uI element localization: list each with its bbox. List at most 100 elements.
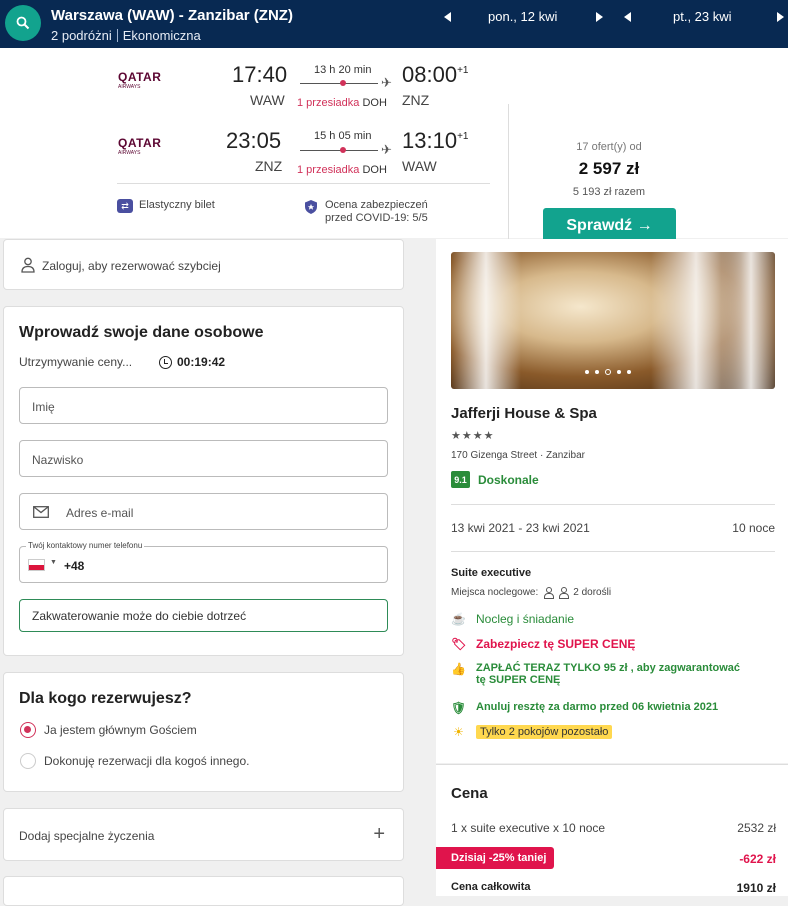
inbound-arr-airport: WAW (402, 158, 437, 174)
inbound-stops: 1 przesiadka DOH (297, 164, 387, 176)
outbound-duration: 13 h 20 min (314, 64, 372, 76)
perk-pay-now: 👍 ZAPŁAĆ TERAZ TYLKO 95 zł , aby zagwaran… (451, 662, 741, 686)
route-title[interactable]: Warszawa (WAW) - Zanzibar (ZNZ) (51, 7, 293, 24)
last-name-field[interactable]: Nazwisko (19, 440, 388, 477)
outbound-stop-dot (340, 80, 346, 86)
return-date[interactable]: pt., 23 kwi (673, 9, 732, 24)
price-title: Cena (451, 785, 488, 802)
outbound-dep-airport: WAW (250, 92, 285, 108)
outbound-leg-line (300, 83, 378, 84)
login-card[interactable]: Zaloguj, aby rezerwować szybciej (3, 239, 404, 290)
poland-flag-icon[interactable] (28, 559, 45, 571)
hotel-photo[interactable] (451, 252, 775, 389)
hotel-stars: ★★★★ (451, 430, 495, 442)
perk-breakfast: ☕ Nocleg i śniadanie (451, 612, 575, 626)
person-icon (558, 587, 570, 599)
covid-rating: Ocena zabezpieczeń przed COVID-19: 5/5 (303, 199, 428, 224)
hotel-panel: Jafferji House & Spa ★★★★ 170 Gizenga St… (436, 239, 788, 763)
coffee-cup-icon: ☕ (451, 612, 466, 626)
booking-for-title: Dla kogo rezerwujesz? (19, 690, 192, 707)
radio-someone-else-label[interactable]: Dokonuję rezerwacji dla kogoś innego. (44, 754, 249, 768)
discount-badge: Dzisiaj -25% taniej (436, 847, 555, 869)
inbound-stop-dot (340, 147, 346, 153)
perk-secure-price: 🏷 Zabezpiecz tę SUPER CENĘ (451, 637, 636, 651)
discount-value: -622 zł (739, 852, 776, 866)
first-name-field[interactable]: Imię (19, 387, 388, 424)
envelope-icon (33, 506, 49, 518)
divider (451, 551, 775, 552)
stay-nights: 10 noce (732, 521, 775, 535)
phone-label: Twój kontaktowy numer telefonu (26, 541, 145, 550)
price-line: 1 x suite executive x 10 noce 2532 zł (451, 821, 776, 835)
phone-prefix: +48 (64, 559, 85, 573)
special-requests-label: Dodaj specjalne życzenia (19, 829, 155, 843)
outbound-arr-airport: ZNZ (402, 92, 430, 108)
radio-main-guest-label[interactable]: Ja jestem głównym Gościem (44, 723, 197, 737)
user-icon (21, 257, 35, 273)
person-icon (543, 587, 555, 599)
perk-free-cancel: 🛡 Anuluj resztę za darmo przed 06 kwietni… (451, 701, 719, 715)
travellers: 2 podróżni (51, 28, 112, 43)
next-return-date-icon[interactable] (777, 12, 784, 22)
plane-icon: ✈ (381, 75, 392, 90)
stay-dates: 13 kwi 2021 - 23 kwi 2021 (451, 521, 590, 535)
flight-price: 2 597 zł (578, 159, 640, 178)
airline-logo-inbound: QATAR AIRWAYS (118, 136, 162, 156)
flight-card: QATAR AIRWAYS 17:40 WAW 13 h 20 min ✈ 1 p… (0, 48, 788, 279)
shield-icon (305, 200, 317, 214)
beds-info: Miejsca noclegowe: 2 dorośli (451, 587, 612, 599)
outbound-arr-time: 08:00+1 (402, 62, 469, 87)
special-requests-card[interactable]: Dodaj specjalne życzenia + (3, 808, 404, 861)
inbound-leg-line (300, 150, 378, 151)
price-hold-timer: 00:19:42 (159, 355, 225, 369)
chevron-down-icon[interactable]: ▼ (50, 559, 57, 566)
email-field[interactable]: Adres e-mail (19, 493, 388, 530)
divider (451, 504, 775, 505)
tag-icon: 🏷 (451, 637, 467, 651)
trip-summary[interactable]: 2 podróżni Ekonomiczna (51, 28, 201, 43)
inbound-arr-time: 13:10+1 (402, 128, 469, 153)
radio-main-guest[interactable] (20, 722, 36, 738)
perk-rooms-left: ☀ Tylko 2 pokojów pozostało (451, 725, 613, 739)
total-label: Cena całkowita (451, 881, 531, 893)
clock-icon (159, 355, 172, 369)
top-bar: Warszawa (WAW) - Zanzibar (ZNZ) 2 podróż… (0, 0, 788, 48)
score-badge: 9.1 (451, 471, 470, 488)
radio-someone-else[interactable] (20, 753, 36, 769)
booking-for-card: Dla kogo rezerwujesz? Ja jestem głównym … (3, 672, 404, 792)
login-link[interactable]: Zaloguj, aby rezerwować szybciej (42, 259, 221, 273)
hotel-address: 170 Gizenga Street · Zanzibar (451, 450, 585, 461)
flight-total-price: 5 193 zł razem (572, 186, 646, 198)
personal-data-form: Wprowadź swoje dane osobowe Utrzymywanie… (3, 306, 404, 656)
price-panel: Cena 1 x suite executive x 10 noce 2532 z… (436, 764, 788, 896)
total-value: 1910 zł (736, 881, 776, 895)
outbound-stops: 1 przesiadka DOH (297, 97, 387, 109)
next-depart-date-icon[interactable] (596, 12, 603, 22)
offers-count: 17 ofert(y) od (576, 141, 642, 153)
inbound-duration: 15 h 05 min (314, 130, 372, 142)
search-button[interactable] (5, 5, 41, 41)
phone-field[interactable]: ▼ +48 (19, 546, 388, 583)
outbound-dep-time: 17:40 (232, 62, 288, 87)
hotel-name: Jafferji House & Spa (451, 405, 597, 422)
price-hold-label: Utrzymywanie ceny... (19, 355, 133, 369)
personal-data-title: Wprowadź swoje dane osobowe (19, 324, 264, 341)
prev-return-date-icon[interactable] (624, 12, 631, 22)
search-icon (16, 16, 30, 30)
divider (117, 183, 490, 184)
inbound-dep-time: 23:05 (226, 128, 282, 153)
accommodation-tip: Zakwaterowanie może do ciebie dotrzeć (19, 599, 388, 632)
shield-check-icon: 🛡 (451, 701, 467, 715)
next-card (3, 876, 404, 906)
room-type: Suite executive (451, 567, 532, 579)
depart-date[interactable]: pon., 12 kwi (488, 9, 557, 24)
plane-icon: ✈ (381, 142, 392, 157)
thumbs-up-icon: 👍 (451, 662, 466, 676)
prev-depart-date-icon[interactable] (444, 12, 451, 22)
airline-logo-outbound: QATAR AIRWAYS (118, 70, 162, 90)
flex-ticket-icon: ⇄ (117, 199, 133, 213)
sun-icon: ☀ (453, 725, 464, 739)
plus-icon[interactable]: + (373, 823, 385, 846)
flexible-ticket: ⇄ Elastyczny bilet (117, 199, 215, 213)
carousel-dots[interactable] (585, 369, 631, 375)
